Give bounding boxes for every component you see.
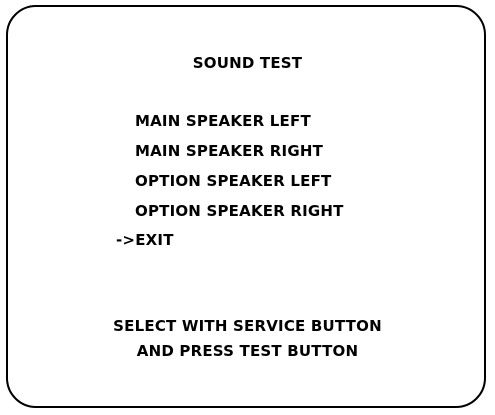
menu-item-label: MAIN SPEAKER LEFT bbox=[135, 112, 311, 130]
instruction-line-1: SELECT WITH SERVICE BUTTON bbox=[113, 317, 382, 335]
menu-item-label: MAIN SPEAKER RIGHT bbox=[135, 142, 324, 160]
menu-item-option-speaker-right[interactable]: OPTION SPEAKER RIGHT bbox=[135, 202, 344, 220]
menu-item-label: OPTION SPEAKER LEFT bbox=[135, 172, 332, 190]
page-title: SOUND TEST bbox=[192, 54, 303, 72]
sound-test-menu: MAIN SPEAKER LEFT MAIN SPEAKER RIGHT OPT… bbox=[0, 112, 495, 252]
menu-item-main-speaker-left[interactable]: MAIN SPEAKER LEFT bbox=[135, 112, 311, 130]
menu-item-option-speaker-left[interactable]: OPTION SPEAKER LEFT bbox=[135, 172, 331, 190]
menu-item-exit[interactable]: ->EXIT bbox=[116, 231, 174, 249]
menu-item-label: OPTION SPEAKER RIGHT bbox=[135, 202, 344, 220]
menu-item-label: EXIT bbox=[135, 231, 174, 249]
instruction-line-2: AND PRESS TEST BUTTON bbox=[136, 342, 359, 360]
menu-item-main-speaker-right[interactable]: MAIN SPEAKER RIGHT bbox=[135, 142, 323, 160]
selection-cursor: -> bbox=[116, 231, 136, 249]
